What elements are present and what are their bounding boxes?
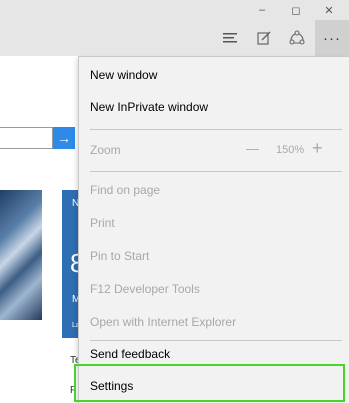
web-note-button[interactable] bbox=[249, 20, 279, 56]
title-bar: – ◻ ✕ bbox=[0, 0, 349, 20]
zoom-level: 150% bbox=[276, 144, 305, 156]
arrow-right-icon: → bbox=[57, 130, 71, 146]
share-icon bbox=[289, 30, 305, 45]
menu-item-pin-to-start: Pin to Start bbox=[90, 249, 150, 263]
menu-item-print: Print bbox=[90, 216, 115, 230]
zoom-in-button[interactable]: + bbox=[312, 138, 323, 159]
more-actions-button[interactable]: ··· bbox=[315, 20, 349, 56]
news-image[interactable] bbox=[0, 190, 42, 320]
search-input[interactable] bbox=[0, 127, 53, 149]
menu-item-find-on-page: Find on page bbox=[90, 183, 161, 197]
menu-separator bbox=[90, 171, 342, 172]
menu-item-new-window[interactable]: New window bbox=[90, 59, 342, 91]
minimize-button[interactable]: – bbox=[247, 0, 277, 20]
menu-item-open-with-ie: Open with Internet Explorer bbox=[90, 315, 237, 329]
hub-icon bbox=[223, 33, 237, 43]
close-button[interactable]: ✕ bbox=[314, 0, 344, 20]
search-go-button[interactable]: → bbox=[53, 127, 75, 149]
hub-button[interactable] bbox=[216, 20, 246, 56]
browser-toolbar: ··· bbox=[0, 20, 349, 56]
zoom-out-button[interactable]: — bbox=[246, 141, 259, 156]
web-note-icon bbox=[257, 31, 271, 45]
menu-item-new-inprivate-window[interactable]: New InPrivate window bbox=[90, 91, 342, 123]
more-actions-menu: New window New InPrivate window Zoom — 1… bbox=[78, 56, 349, 403]
maximize-button[interactable]: ◻ bbox=[281, 0, 311, 20]
menu-separator bbox=[90, 129, 342, 130]
settings-highlight-box bbox=[74, 364, 345, 402]
menu-item-zoom: Zoom bbox=[90, 143, 121, 157]
menu-item-f12-developer-tools: F12 Developer Tools bbox=[90, 282, 200, 296]
share-button[interactable] bbox=[282, 20, 312, 56]
